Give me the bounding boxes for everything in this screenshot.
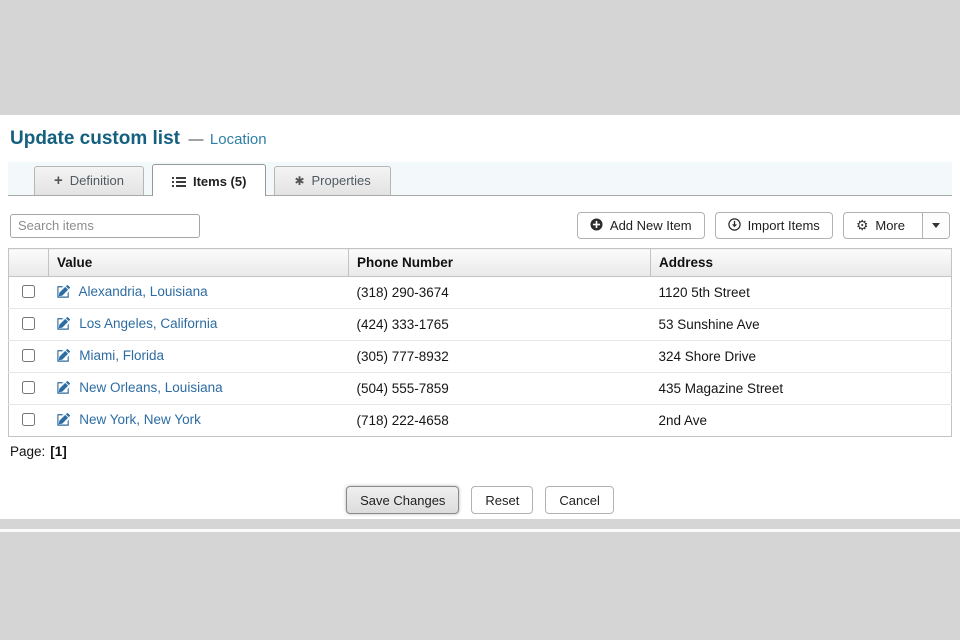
edit-icon[interactable] bbox=[57, 285, 70, 301]
tab-definition-label: Definition bbox=[70, 173, 124, 188]
row-phone-cell: (718) 222-4658 bbox=[349, 405, 651, 437]
header-value: Value bbox=[49, 249, 349, 277]
pagination-current-page[interactable]: [1] bbox=[50, 444, 67, 459]
row-address-cell: 53 Sunshine Ave bbox=[651, 309, 952, 341]
add-new-item-label: Add New Item bbox=[610, 218, 692, 233]
row-value-cell: Miami, Florida bbox=[49, 341, 349, 373]
row-checkbox-cell bbox=[9, 405, 49, 437]
tab-items-label: Items (5) bbox=[193, 174, 246, 189]
reset-button[interactable]: Reset bbox=[471, 486, 533, 514]
cancel-button[interactable]: Cancel bbox=[545, 486, 613, 514]
table-body: Alexandria, Louisiana (318) 290-3674 112… bbox=[9, 277, 952, 437]
table-row: Miami, Florida (305) 777-8932 324 Shore … bbox=[9, 341, 952, 373]
toolbar: Add New Item Import Items ⚙ bbox=[8, 212, 952, 239]
row-phone-cell: (424) 333-1765 bbox=[349, 309, 651, 341]
item-value-link[interactable]: New Orleans, Louisiana bbox=[79, 380, 222, 395]
header-checkbox-column bbox=[9, 249, 49, 277]
row-phone-cell: (318) 290-3674 bbox=[349, 277, 651, 309]
pagination-label: Page: bbox=[10, 444, 45, 459]
chevron-down-icon bbox=[932, 223, 940, 228]
row-value-cell: Los Angeles, California bbox=[49, 309, 349, 341]
plus-icon: + bbox=[54, 173, 63, 188]
tab-bar: + Definition Items (5) ✱ Prop bbox=[8, 162, 952, 196]
import-circle-icon bbox=[728, 218, 741, 234]
table-row: Los Angeles, California (424) 333-1765 5… bbox=[9, 309, 952, 341]
edit-icon[interactable] bbox=[57, 317, 70, 333]
page-title-dash: — bbox=[188, 131, 203, 148]
save-changes-button[interactable]: Save Changes bbox=[346, 486, 459, 514]
table-header-row: Value Phone Number Address bbox=[9, 249, 952, 277]
header-phone-number: Phone Number bbox=[349, 249, 651, 277]
row-checkbox-cell bbox=[9, 373, 49, 405]
more-button-main[interactable]: ⚙ More bbox=[844, 213, 915, 238]
table-header: Value Phone Number Address bbox=[9, 249, 952, 277]
screen: Update custom list — Location + Definiti… bbox=[0, 0, 960, 640]
row-value-cell: New Orleans, Louisiana bbox=[49, 373, 349, 405]
list-icon bbox=[172, 176, 186, 188]
item-value-link[interactable]: Miami, Florida bbox=[79, 348, 164, 363]
asterisk-icon: ✱ bbox=[294, 175, 304, 187]
edit-icon[interactable] bbox=[57, 381, 70, 397]
more-button[interactable]: ⚙ More bbox=[843, 212, 950, 239]
table-row: New York, New York (718) 222-4658 2nd Av… bbox=[9, 405, 952, 437]
tab-properties[interactable]: ✱ Properties bbox=[274, 166, 390, 195]
pagination: Page: [1] bbox=[10, 444, 950, 459]
header-address: Address bbox=[651, 249, 952, 277]
plus-circle-icon bbox=[590, 218, 603, 234]
table-row: Alexandria, Louisiana (318) 290-3674 112… bbox=[9, 277, 952, 309]
more-label: More bbox=[875, 218, 905, 233]
item-value-link[interactable]: Alexandria, Louisiana bbox=[79, 284, 208, 299]
page-title: Update custom list bbox=[10, 128, 180, 149]
toolbar-buttons: Add New Item Import Items ⚙ bbox=[577, 212, 950, 239]
import-items-button[interactable]: Import Items bbox=[715, 212, 833, 239]
row-checkbox[interactable] bbox=[22, 317, 35, 330]
search-input[interactable] bbox=[10, 214, 200, 238]
gear-icon: ⚙ bbox=[856, 219, 869, 233]
tab-items[interactable]: Items (5) bbox=[152, 164, 266, 196]
row-checkbox[interactable] bbox=[22, 413, 35, 426]
add-new-item-button[interactable]: Add New Item bbox=[577, 212, 705, 239]
bottom-gray-area bbox=[0, 519, 960, 640]
main-panel: Update custom list — Location + Definiti… bbox=[0, 115, 960, 519]
row-checkbox-cell bbox=[9, 309, 49, 341]
item-value-link[interactable]: Los Angeles, California bbox=[79, 316, 217, 331]
import-items-label: Import Items bbox=[748, 218, 820, 233]
row-checkbox-cell bbox=[9, 341, 49, 373]
tab-definition[interactable]: + Definition bbox=[34, 166, 144, 195]
row-checkbox[interactable] bbox=[22, 381, 35, 394]
row-value-cell: New York, New York bbox=[49, 405, 349, 437]
edit-icon[interactable] bbox=[57, 413, 70, 429]
form-actions: Save Changes Reset Cancel bbox=[8, 486, 952, 514]
items-table: Value Phone Number Address Alexandria, L… bbox=[8, 248, 952, 437]
table-row: New Orleans, Louisiana (504) 555-7859 43… bbox=[9, 373, 952, 405]
edit-icon[interactable] bbox=[57, 349, 70, 365]
row-value-cell: Alexandria, Louisiana bbox=[49, 277, 349, 309]
page-subtitle: Location bbox=[210, 131, 267, 148]
row-checkbox[interactable] bbox=[22, 349, 35, 362]
item-value-link[interactable]: New York, New York bbox=[79, 412, 201, 427]
row-address-cell: 435 Magazine Street bbox=[651, 373, 952, 405]
row-checkbox[interactable] bbox=[22, 285, 35, 298]
row-phone-cell: (504) 555-7859 bbox=[349, 373, 651, 405]
row-address-cell: 1120 5th Street bbox=[651, 277, 952, 309]
top-gray-area bbox=[0, 0, 960, 115]
row-checkbox-cell bbox=[9, 277, 49, 309]
page-header: Update custom list — Location bbox=[8, 128, 952, 150]
more-dropdown-toggle[interactable] bbox=[922, 213, 949, 238]
row-address-cell: 324 Shore Drive bbox=[651, 341, 952, 373]
row-phone-cell: (305) 777-8932 bbox=[349, 341, 651, 373]
row-address-cell: 2nd Ave bbox=[651, 405, 952, 437]
bottom-divider bbox=[0, 529, 960, 532]
tab-properties-label: Properties bbox=[312, 173, 371, 188]
